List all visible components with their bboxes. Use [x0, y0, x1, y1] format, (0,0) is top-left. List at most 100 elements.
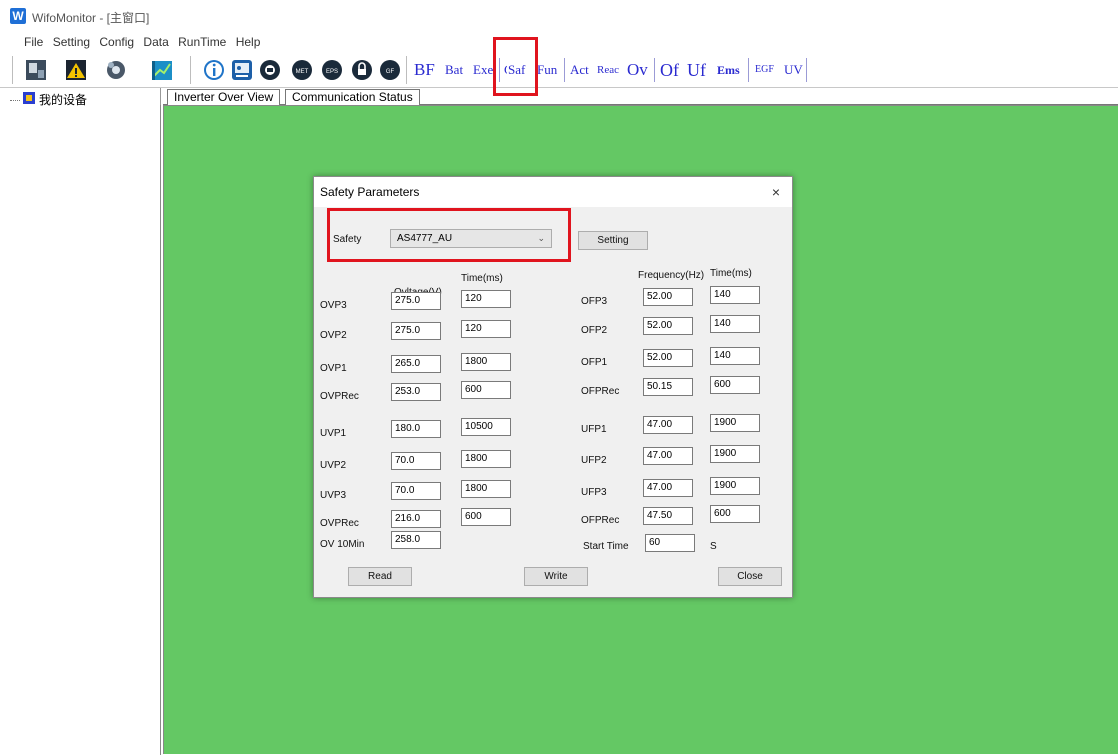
power-meter-icon[interactable] — [258, 58, 282, 82]
close-button[interactable]: Close — [718, 567, 782, 586]
frequency-value-input[interactable] — [647, 450, 692, 461]
toolbar-fun-button[interactable]: Fun — [537, 58, 557, 82]
voltage-time-input[interactable] — [465, 356, 510, 367]
frequency-time-field[interactable] — [710, 505, 760, 523]
frequency-time-field[interactable] — [710, 286, 760, 304]
voltage-time-field[interactable] — [461, 381, 511, 399]
toolbar-bf-button[interactable]: BF — [414, 58, 435, 82]
frequency-time-field[interactable] — [710, 315, 760, 333]
chart-icon[interactable] — [150, 58, 174, 82]
frequency-time-input[interactable] — [714, 480, 759, 491]
voltage-value-field[interactable] — [391, 383, 441, 401]
setting-button[interactable]: Setting — [578, 231, 648, 250]
gear-icon[interactable] — [104, 58, 128, 82]
frequency-time-field[interactable] — [710, 445, 760, 463]
frequency-value-field[interactable] — [643, 507, 693, 525]
info-icon[interactable] — [202, 58, 226, 82]
voltage-value-input[interactable] — [395, 386, 440, 397]
frequency-value-field[interactable] — [643, 349, 693, 367]
toolbar-egf-button[interactable]: EGF — [755, 58, 774, 82]
frequency-time-field[interactable] — [710, 376, 760, 394]
lock-icon[interactable] — [350, 58, 374, 82]
voltage-time-input[interactable] — [465, 421, 510, 432]
voltage-time-field[interactable] — [461, 290, 511, 308]
frequency-value-field[interactable] — [643, 317, 693, 335]
start-time-input[interactable] — [649, 537, 694, 548]
frequency-value-field[interactable] — [643, 479, 693, 497]
eps-icon[interactable]: EPS — [320, 58, 344, 82]
voltage-value-input[interactable] — [395, 455, 440, 466]
menu-setting[interactable]: Setting — [50, 32, 93, 52]
frequency-time-input[interactable] — [714, 417, 759, 428]
voltage-value-field[interactable] — [391, 292, 441, 310]
voltage-time-field[interactable] — [461, 508, 511, 526]
frequency-value-input[interactable] — [647, 482, 692, 493]
met-icon[interactable]: MET — [290, 58, 314, 82]
start-time-field[interactable] — [645, 534, 695, 552]
voltage-value-input[interactable] — [395, 423, 440, 434]
voltage-value-field[interactable] — [391, 452, 441, 470]
menu-runtime[interactable]: RunTime — [175, 32, 229, 52]
toolbar-bat-button[interactable]: Bat — [445, 58, 463, 82]
frequency-time-field[interactable] — [710, 477, 760, 495]
frequency-value-field[interactable] — [643, 416, 693, 434]
toolbar-exe-button[interactable]: Exe — [473, 58, 493, 82]
voltage-time-input[interactable] — [465, 453, 510, 464]
voltage-time-input[interactable] — [465, 293, 510, 304]
dialog-close-icon[interactable]: × — [766, 182, 786, 202]
tab-inverter-overview[interactable]: Inverter Over View — [167, 89, 281, 105]
frequency-time-input[interactable] — [714, 448, 759, 459]
voltage-value-input[interactable] — [395, 295, 440, 306]
frequency-value-field[interactable] — [643, 378, 693, 396]
voltage-time-field[interactable] — [461, 353, 511, 371]
menu-file[interactable]: File — [21, 32, 46, 52]
ov10min-value-input[interactable] — [395, 534, 440, 545]
voltage-time-field[interactable] — [461, 480, 511, 498]
frequency-time-input[interactable] — [714, 318, 759, 329]
device-icon[interactable] — [24, 58, 48, 82]
frequency-value-field[interactable] — [643, 447, 693, 465]
write-button[interactable]: Write — [524, 567, 588, 586]
menu-data[interactable]: Data — [140, 32, 171, 52]
frequency-value-input[interactable] — [647, 381, 692, 392]
safety-standard-select[interactable]: AS4777_AU ⌄ — [390, 229, 552, 248]
frequency-value-input[interactable] — [647, 352, 692, 363]
ov10min-value-field[interactable] — [391, 531, 441, 549]
voltage-time-field[interactable] — [461, 418, 511, 436]
voltage-value-field[interactable] — [391, 482, 441, 500]
voltage-value-field[interactable] — [391, 322, 441, 340]
voltage-value-input[interactable] — [395, 513, 440, 524]
frequency-time-field[interactable] — [710, 414, 760, 432]
toolbar-uf-button[interactable]: Uf — [687, 58, 706, 82]
frequency-time-input[interactable] — [714, 289, 759, 300]
warning-icon[interactable] — [64, 58, 88, 82]
voltage-value-field[interactable] — [391, 355, 441, 373]
frequency-value-input[interactable] — [647, 510, 692, 521]
menu-help[interactable]: Help — [233, 32, 264, 52]
voltage-value-input[interactable] — [395, 325, 440, 336]
frequency-time-input[interactable] — [714, 379, 759, 390]
tab-communication-status[interactable]: Communication Status — [285, 89, 420, 105]
frequency-time-input[interactable] — [714, 508, 759, 519]
tree-root-label[interactable]: 我的设备 — [39, 91, 87, 108]
voltage-value-input[interactable] — [395, 485, 440, 496]
monitor-icon[interactable] — [230, 58, 254, 82]
voltage-time-input[interactable] — [465, 483, 510, 494]
frequency-value-field[interactable] — [643, 288, 693, 306]
gf-icon[interactable]: GF — [378, 58, 402, 82]
toolbar-reac-button[interactable]: Reac — [597, 58, 619, 82]
toolbar-ov-button[interactable]: Ov — [627, 58, 648, 82]
frequency-time-field[interactable] — [710, 347, 760, 365]
voltage-time-field[interactable] — [461, 320, 511, 338]
frequency-value-input[interactable] — [647, 419, 692, 430]
voltage-time-input[interactable] — [465, 384, 510, 395]
voltage-time-input[interactable] — [465, 511, 510, 522]
toolbar-ems-button[interactable]: Ems — [717, 58, 740, 82]
toolbar-of-button[interactable]: Of — [660, 58, 679, 82]
read-button[interactable]: Read — [348, 567, 412, 586]
frequency-value-input[interactable] — [647, 291, 692, 302]
toolbar-act-button[interactable]: Act — [570, 58, 589, 82]
toolbar-uv-button[interactable]: UV — [784, 58, 803, 82]
frequency-time-input[interactable] — [714, 350, 759, 361]
voltage-value-field[interactable] — [391, 510, 441, 528]
